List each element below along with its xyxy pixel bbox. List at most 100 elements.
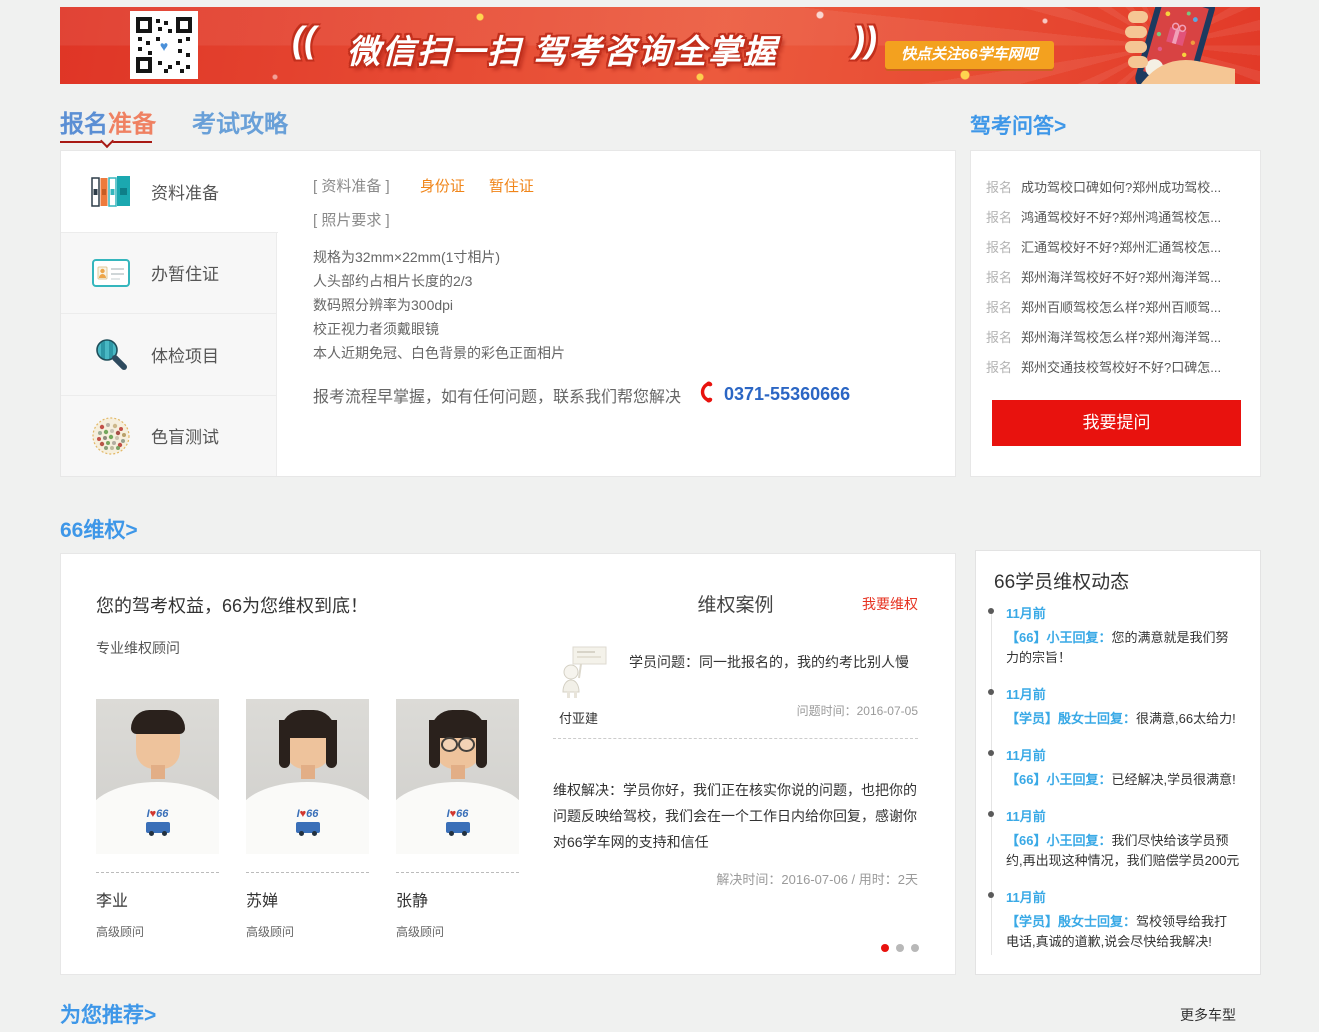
qa-question-text: 郑州海洋驾校好不好?郑州海洋驾... (1021, 263, 1221, 293)
material-link[interactable]: 暂住证 (489, 175, 534, 196)
consultant-title: 高级顾问 (96, 923, 219, 940)
hand-phone-illustration (1075, 7, 1235, 84)
carousel-pagination (881, 944, 919, 952)
banner-headline: 微信扫一扫 驾考咨询全掌握 (347, 25, 778, 73)
banner-open-quote: (( (292, 19, 316, 61)
update-time: 11月前 (1006, 684, 1252, 703)
weiquan-update-item: 11月前 【66】小王回复：您的满意就是我们努力的宗旨！ (1006, 603, 1252, 668)
qa-list-item[interactable]: 报名 成功驾校口碑如何?郑州成功驾校... (986, 173, 1250, 203)
qa-list-item[interactable]: 报名 郑州交通技校驾校好不好?口碑怎... (986, 353, 1250, 383)
case-question: 学员问题：同一批报名的，我的约考比别人慢 (629, 652, 909, 672)
consultant-name: 苏婵 (246, 887, 369, 911)
materials-section-label: [ 资料准备 ] (313, 178, 390, 195)
qa-category-tag: 报名 (986, 173, 1012, 203)
consultant-name: 张静 (396, 887, 519, 911)
qa-question-text: 成功驾校口碑如何?郑州成功驾校... (1021, 173, 1221, 203)
consultant-list: I♥66 李业 高级顾问 I♥66 苏婵 高级顾问 (96, 699, 519, 940)
photo-requirement: 规格为32mm×22mm(1寸相片) (313, 245, 955, 269)
request-weiquan-link[interactable]: 我要维权 (862, 594, 918, 614)
case-student-name: 付亚建 (559, 708, 598, 727)
more-models-link[interactable]: 更多车型 (1180, 1005, 1236, 1025)
update-author: 【学员】殷女士回复： (1006, 914, 1136, 929)
weiquan-updates-heading: 66学员维权动态 (994, 567, 1129, 594)
photo-section-label: [ 照片要求 ] (313, 212, 390, 229)
qa-category-tag: 报名 (986, 233, 1012, 263)
qr-code: ♥ (130, 11, 198, 79)
weiquan-promo-subtitle: 专业维权顾问 (96, 638, 180, 658)
svg-text:♥: ♥ (160, 38, 168, 54)
sidebar-item-medical-check[interactable]: 体检项目 (61, 314, 276, 396)
weiquan-promo-title: 您的驾考权益，66为您维权到底！ (96, 592, 368, 618)
student-avatar (557, 644, 609, 703)
consultant-photo: I♥66 (96, 699, 219, 854)
photo-requirement: 数码照分辨率为300dpi (313, 293, 955, 317)
qa-question-text: 郑州海洋驾校怎么样?郑州海洋驾... (1021, 323, 1221, 353)
dashed-divider (553, 738, 918, 739)
recommend-section-heading[interactable]: 为您推荐> (60, 999, 156, 1029)
carousel-dot[interactable] (896, 944, 904, 952)
qa-question-text: 郑州百顺驾校怎么样?郑州百顺驾... (1021, 293, 1221, 323)
carousel-dot[interactable] (881, 944, 889, 952)
update-author: 【学员】殷女士回复： (1006, 711, 1136, 726)
contact-note: 报考流程早掌握，如有任何问题，联系我们帮您解决 (313, 383, 681, 407)
consultant-photo: I♥66 (396, 699, 519, 854)
photo-requirements-list: 规格为32mm×22mm(1寸相片)人头部约占相片长度的2/3数码照分辨率为30… (313, 245, 955, 365)
ask-question-button[interactable]: 我要提问 (992, 400, 1241, 446)
weiquan-section-heading[interactable]: 66维权> (60, 514, 138, 544)
update-text: 很满意,66太给力! (1136, 711, 1236, 726)
consultant-card: I♥66 李业 高级顾问 (96, 699, 219, 940)
qa-question-text: 郑州交通技校驾校好不好?口碑怎... (1021, 353, 1221, 383)
weiquan-update-item: 11月前 【学员】殷女士回复：很满意,66太给力! (1006, 684, 1252, 729)
consultant-title: 高级顾问 (246, 923, 369, 940)
consultant-photo: I♥66 (246, 699, 369, 854)
qa-list-item[interactable]: 报名 郑州百顺驾校怎么样?郑州百顺驾... (986, 293, 1250, 323)
prep-panel: 资料准备 办暂住证 (60, 150, 956, 477)
follow-cta-button[interactable]: 快点关注66学车网吧 (885, 41, 1054, 69)
prep-sidebar: 资料准备 办暂住证 (61, 151, 277, 476)
qa-list-item[interactable]: 报名 汇通驾校好不好?郑州汇通驾校怎... (986, 233, 1250, 263)
qr-code-image: ♥ (134, 15, 194, 75)
sidebar-item-label: 体检项目 (151, 342, 219, 367)
section-tabs: 报名准备 考试攻略 (60, 104, 288, 139)
photo-requirement: 人头部约占相片长度的2/3 (313, 269, 955, 293)
sidebar-item-residence-permit[interactable]: 办暂住证 (61, 233, 276, 315)
sidebar-item-colorblind-test[interactable]: 色盲测试 (61, 396, 276, 477)
weiquan-updates-panel: 66学员维权动态 11月前 【66】小王回复：您的满意就是我们努力的宗旨！ 11… (975, 550, 1261, 975)
tab-exam-strategy[interactable]: 考试攻略 (192, 104, 288, 139)
update-time: 11月前 (1006, 806, 1252, 825)
wechat-promo-banner[interactable]: ♥ (( 微信扫一扫 驾考咨询全掌握 )) 快点关注66学车网吧 (60, 7, 1260, 84)
qa-panel: 报名 成功驾校口碑如何?郑州成功驾校... 报名 鸿通驾校好不好?郑州鸿通驾校怎… (970, 150, 1261, 477)
qa-question-text: 鸿通驾校好不好?郑州鸿通驾校怎... (1021, 203, 1221, 233)
qa-question-text: 汇通驾校好不好?郑州汇通驾校怎... (1021, 233, 1221, 263)
weiquan-update-item: 11月前 【学员】殷女士回复：驾校领导给我打电话,真诚的道歉,说会尽快给我解决! (1006, 887, 1252, 952)
consultant-name: 李业 (96, 887, 219, 911)
prep-content: [ 资料准备 ] 身份证 暂住证 [ 照片要求 ] 规格为32mm×22mm(1寸… (277, 151, 955, 476)
contact-phone-number[interactable]: 0371-55360666 (724, 384, 850, 405)
case-title: 维权案例 (697, 595, 773, 616)
consultant-title: 高级顾问 (396, 923, 519, 940)
update-author: 【66】小王回复： (1006, 772, 1111, 787)
qa-category-tag: 报名 (986, 203, 1012, 233)
materials-links: 身份证 暂住证 (420, 175, 534, 196)
update-time: 11月前 (1006, 887, 1252, 906)
sidebar-item-materials[interactable]: 资料准备 (61, 151, 278, 233)
weiquan-case-panel: 维权案例 我要维权 学员问题：同一批报名的，我的约考比别人慢 付亚建 问 (553, 590, 918, 888)
case-solution: 维权解决：学员你好，我们正在核实你说的问题，也把你的问题反映给驾校，我们会在一个… (553, 777, 918, 855)
update-time: 11月前 (1006, 745, 1252, 764)
consultant-card: I♥66 张静 高级顾问 (396, 699, 519, 940)
qa-category-tag: 报名 (986, 293, 1012, 323)
sidebar-item-label: 资料准备 (151, 179, 219, 204)
weiquan-update-item: 11月前 【66】小王回复：我们尽快给该学员预约,再出现这种情况，我们赔偿学员2… (1006, 806, 1252, 871)
qa-section-heading[interactable]: 驾考问答> (970, 110, 1066, 140)
qa-list-item[interactable]: 报名 郑州海洋驾校好不好?郑州海洋驾... (986, 263, 1250, 293)
material-link[interactable]: 身份证 (420, 175, 465, 196)
weiquan-updates-list: 11月前 【66】小王回复：您的满意就是我们努力的宗旨！ 11月前 【学员】殷女… (976, 603, 1252, 955)
qa-list-item[interactable]: 报名 鸿通驾校好不好?郑州鸿通驾校怎... (986, 203, 1250, 233)
magnifier-icon (91, 337, 131, 371)
update-text: 已经解决,学员很满意! (1111, 772, 1235, 787)
qa-list-item[interactable]: 报名 郑州海洋驾校怎么样?郑州海洋驾... (986, 323, 1250, 353)
tab-signup-prep[interactable]: 报名准备 (60, 104, 156, 139)
carousel-dot[interactable] (911, 944, 919, 952)
color-test-icon (91, 417, 131, 455)
banner-close-quote: )) (853, 19, 877, 61)
